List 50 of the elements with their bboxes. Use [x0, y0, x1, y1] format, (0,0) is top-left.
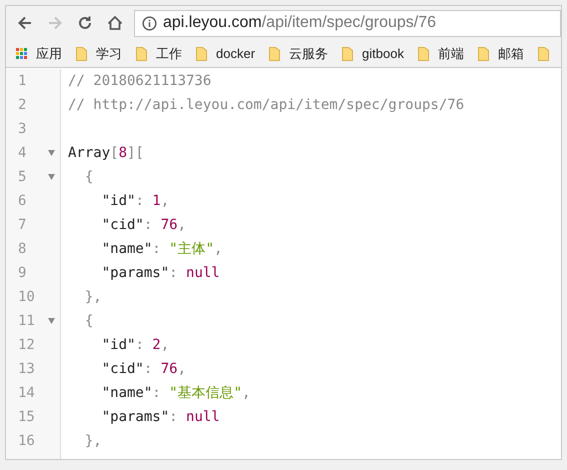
code-line: "id": 2,	[100, 336, 170, 354]
bookmark-item[interactable]: 应用	[16, 44, 62, 64]
bookmark-label: 邮箱	[498, 44, 524, 63]
line-number: 2	[17, 96, 28, 114]
code-line: "id": 1,	[100, 192, 170, 210]
bookmark-label: 前端	[438, 44, 464, 63]
line-number: 9	[17, 264, 28, 282]
bookmark-label: 学习	[96, 44, 122, 63]
bookmark-item[interactable]: 学习	[76, 44, 122, 64]
line-number: 4	[17, 144, 28, 162]
bookmark-label: 云服务	[289, 44, 328, 63]
line-number: 8	[17, 240, 28, 258]
code-line: {	[84, 312, 94, 330]
bookmark-label: 应用	[36, 44, 62, 63]
line-number: 5	[17, 168, 28, 186]
url-path: /api/item/spec/groups/76	[262, 14, 436, 31]
code-line: "cid": 76,	[100, 216, 186, 234]
code-line: "params": null	[100, 264, 220, 282]
line-number: 16	[17, 432, 36, 450]
address-bar[interactable]: api.leyou.com/api/item/spec/groups/76	[134, 10, 561, 36]
code-line: "name": "主体",	[100, 240, 222, 258]
code-line: "cid": 76,	[100, 360, 186, 378]
code-line: // http://api.leyou.com/api/item/spec/groups/76	[68, 96, 464, 114]
code-line: // 20180621113736	[68, 72, 212, 90]
code-line: },	[84, 432, 102, 450]
line-number: 11	[17, 312, 36, 330]
bookmark-label: docker	[216, 44, 256, 63]
line-number: 10	[17, 288, 36, 306]
code-line: {	[84, 168, 94, 186]
line-number: 3	[17, 120, 28, 138]
bookmark-item[interactable]: 邮箱	[478, 44, 524, 64]
code-line: },	[84, 288, 102, 306]
line-number: 13	[17, 360, 36, 378]
code-line: Array[8][	[68, 144, 144, 162]
bookmark-item[interactable]: docker	[196, 44, 256, 64]
code-line: "params": null	[100, 408, 220, 426]
line-number: 7	[17, 216, 28, 234]
bookmark-item[interactable]: 前端	[418, 44, 464, 64]
bookmark-item[interactable]: 工作	[136, 44, 182, 64]
line-number: 6	[17, 192, 28, 210]
code-line: "name": "基本信息",	[100, 384, 250, 402]
line-number: 15	[17, 408, 36, 426]
bookmark-item[interactable]: 云服务	[269, 44, 328, 64]
bookmark-label: 工作	[156, 44, 182, 63]
url-host: api.leyou.com	[163, 14, 262, 31]
line-number: 12	[17, 336, 36, 354]
line-number: 1	[17, 72, 28, 90]
bookmark-label: gitbook	[362, 44, 404, 63]
line-number: 14	[17, 384, 36, 402]
bookmark-item[interactable]: gitbook	[342, 44, 404, 64]
